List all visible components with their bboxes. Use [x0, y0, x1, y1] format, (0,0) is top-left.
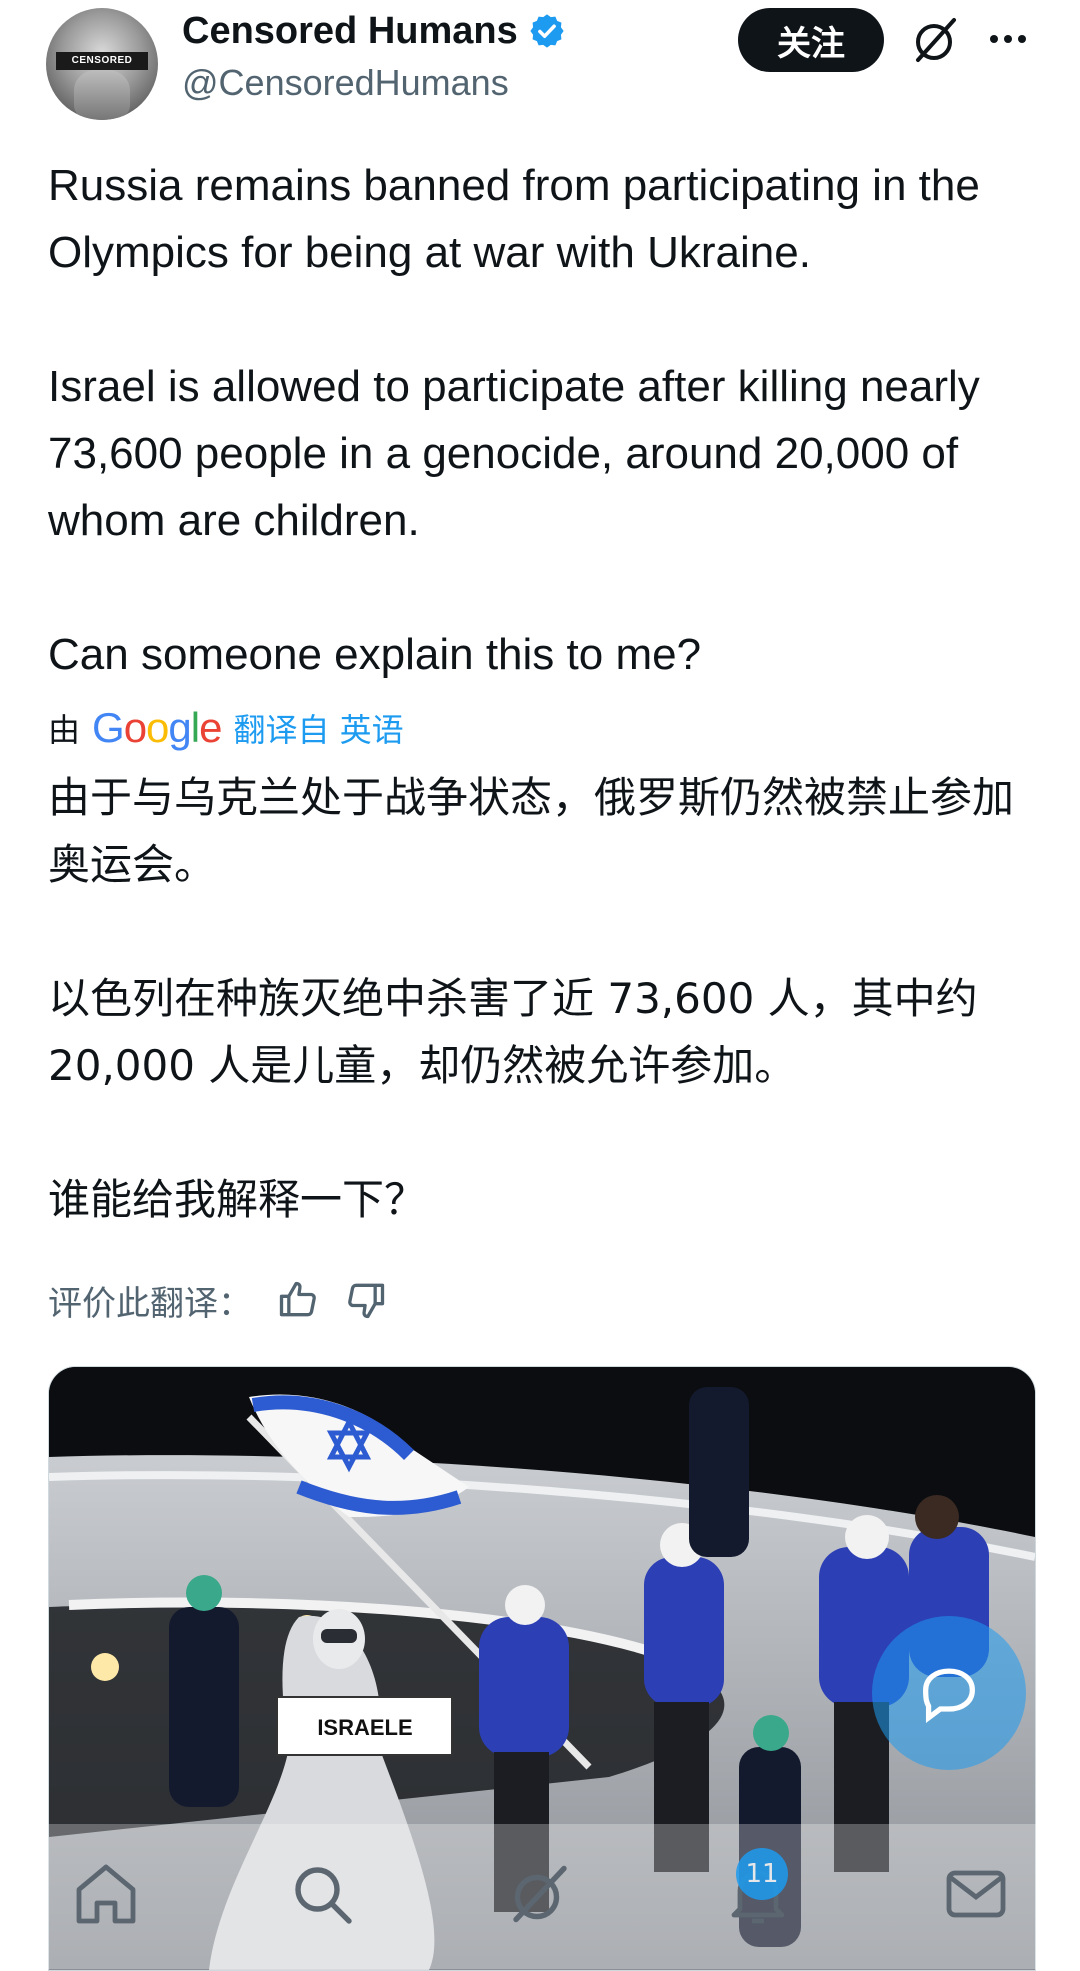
- thumbs-down-icon[interactable]: [344, 1278, 388, 1322]
- translate-source-link[interactable]: 翻译自 英语: [233, 705, 403, 751]
- google-logo: Google: [92, 704, 222, 751]
- display-name[interactable]: Censored Humans: [182, 10, 518, 53]
- home-icon[interactable]: [66, 1854, 146, 1934]
- bottom-navigation: [0, 1824, 1080, 1969]
- rate-translation-row: 评价此翻译：: [48, 1270, 388, 1330]
- sign-text: ISRAELE: [317, 1715, 412, 1740]
- translated-paragraph: 由于与乌克兰处于战争状态，俄罗斯仍然被禁止参加奥运会。: [48, 773, 1015, 889]
- grok-icon[interactable]: [908, 12, 964, 68]
- translated-paragraph: 以色列在种族灭绝中杀害了近 73,600 人，其中约 20,000 人是儿童，却…: [48, 974, 978, 1090]
- translation-attribution: 由 Google 翻译自 英语: [48, 700, 404, 756]
- translated-text: 由于与乌克兰处于战争状态，俄罗斯仍然被禁止参加奥运会。 以色列在种族灭绝中杀害了…: [48, 764, 1048, 1233]
- avatar-band-text: CENSORED: [71, 55, 133, 66]
- reply-bubble-icon: [923, 1668, 975, 1724]
- messages-icon[interactable]: [936, 1854, 1016, 1934]
- tweet-header: CENSORED Censored Humans @CensoredHumans…: [0, 0, 1080, 140]
- thumbs-up-icon[interactable]: [276, 1278, 320, 1322]
- translated-by-label: 由: [48, 711, 81, 749]
- more-icon[interactable]: [980, 14, 1036, 64]
- search-icon[interactable]: [282, 1854, 362, 1934]
- tweet-paragraph: Can someone explain this to me?: [48, 630, 702, 679]
- translated-paragraph: 谁能给我解释一下？: [48, 1175, 427, 1224]
- tweet-paragraph: Russia remains banned from participating…: [48, 161, 980, 277]
- rate-translation-label: 评价此翻译：: [48, 1283, 252, 1324]
- name-row: Censored Humans: [182, 6, 566, 56]
- follow-button[interactable]: 关注: [738, 8, 884, 72]
- avatar-face: [74, 70, 130, 120]
- user-handle[interactable]: @CensoredHumans: [182, 62, 509, 104]
- floating-reply-button[interactable]: [872, 1616, 1026, 1770]
- notification-count-badge: 11: [736, 1848, 788, 1900]
- tweet-text: Russia remains banned from participating…: [48, 152, 1048, 688]
- avatar[interactable]: CENSORED: [46, 8, 158, 120]
- grok-nav-icon[interactable]: [500, 1854, 580, 1934]
- tweet-paragraph: Israel is allowed to participate after k…: [48, 362, 980, 545]
- verified-badge-icon: [530, 14, 564, 48]
- avatar-band: CENSORED: [56, 52, 148, 70]
